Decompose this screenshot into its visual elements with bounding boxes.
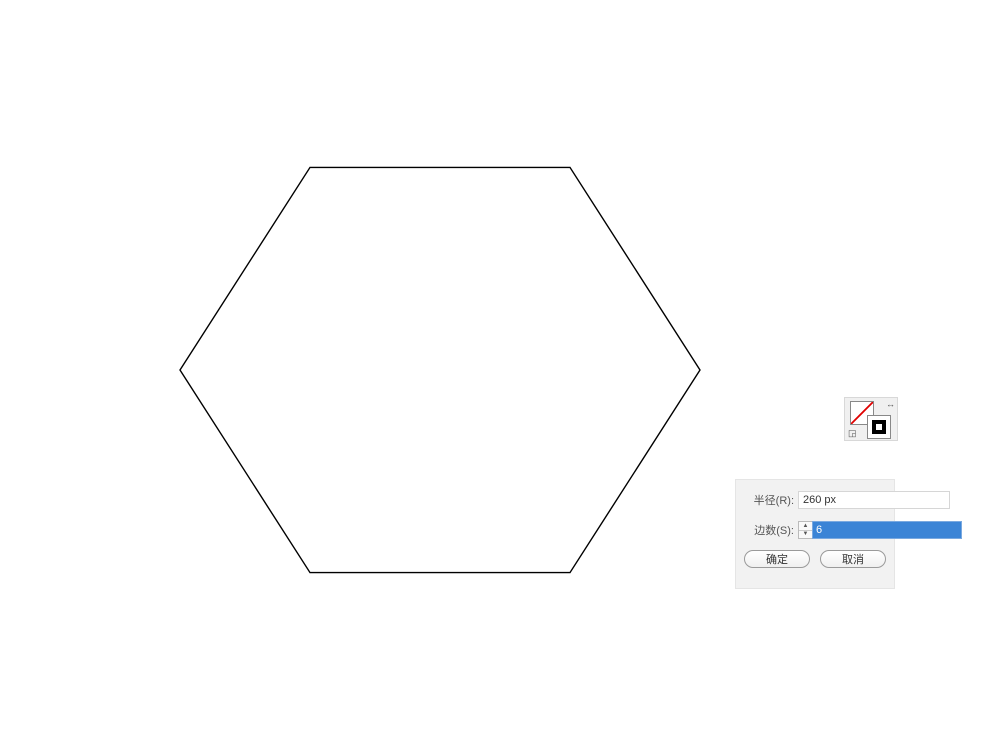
fill-stroke-indicator[interactable]: ↔ ◲ (844, 397, 898, 441)
spinner-down-icon[interactable]: ▼ (799, 531, 812, 539)
spinner-up-icon[interactable]: ▲ (799, 522, 812, 531)
sides-label: 边数(S): (744, 522, 798, 538)
sides-spinner[interactable]: ▲ ▼ (798, 521, 962, 539)
stroke-swatch[interactable] (867, 415, 891, 439)
dialog-button-row: 确定 取消 (744, 550, 886, 568)
default-fill-stroke-icon[interactable]: ◲ (848, 429, 857, 438)
radius-row: 半径(R): (744, 490, 886, 510)
sides-row: 边数(S): ▲ ▼ (744, 520, 886, 540)
sides-input[interactable] (812, 521, 962, 539)
stroke-swatch-inner (872, 420, 886, 434)
hexagon-shape[interactable] (180, 167, 700, 572)
radius-label: 半径(R): (744, 492, 798, 508)
ok-button[interactable]: 确定 (744, 550, 810, 568)
radius-input[interactable] (798, 491, 950, 509)
sides-spinner-buttons[interactable]: ▲ ▼ (798, 521, 812, 539)
drawing-canvas[interactable] (0, 0, 1000, 731)
cancel-button[interactable]: 取消 (820, 550, 886, 568)
swap-fill-stroke-icon[interactable]: ↔ (886, 400, 895, 409)
polygon-dialog: 半径(R): 边数(S): ▲ ▼ 确定 取消 (735, 479, 895, 589)
